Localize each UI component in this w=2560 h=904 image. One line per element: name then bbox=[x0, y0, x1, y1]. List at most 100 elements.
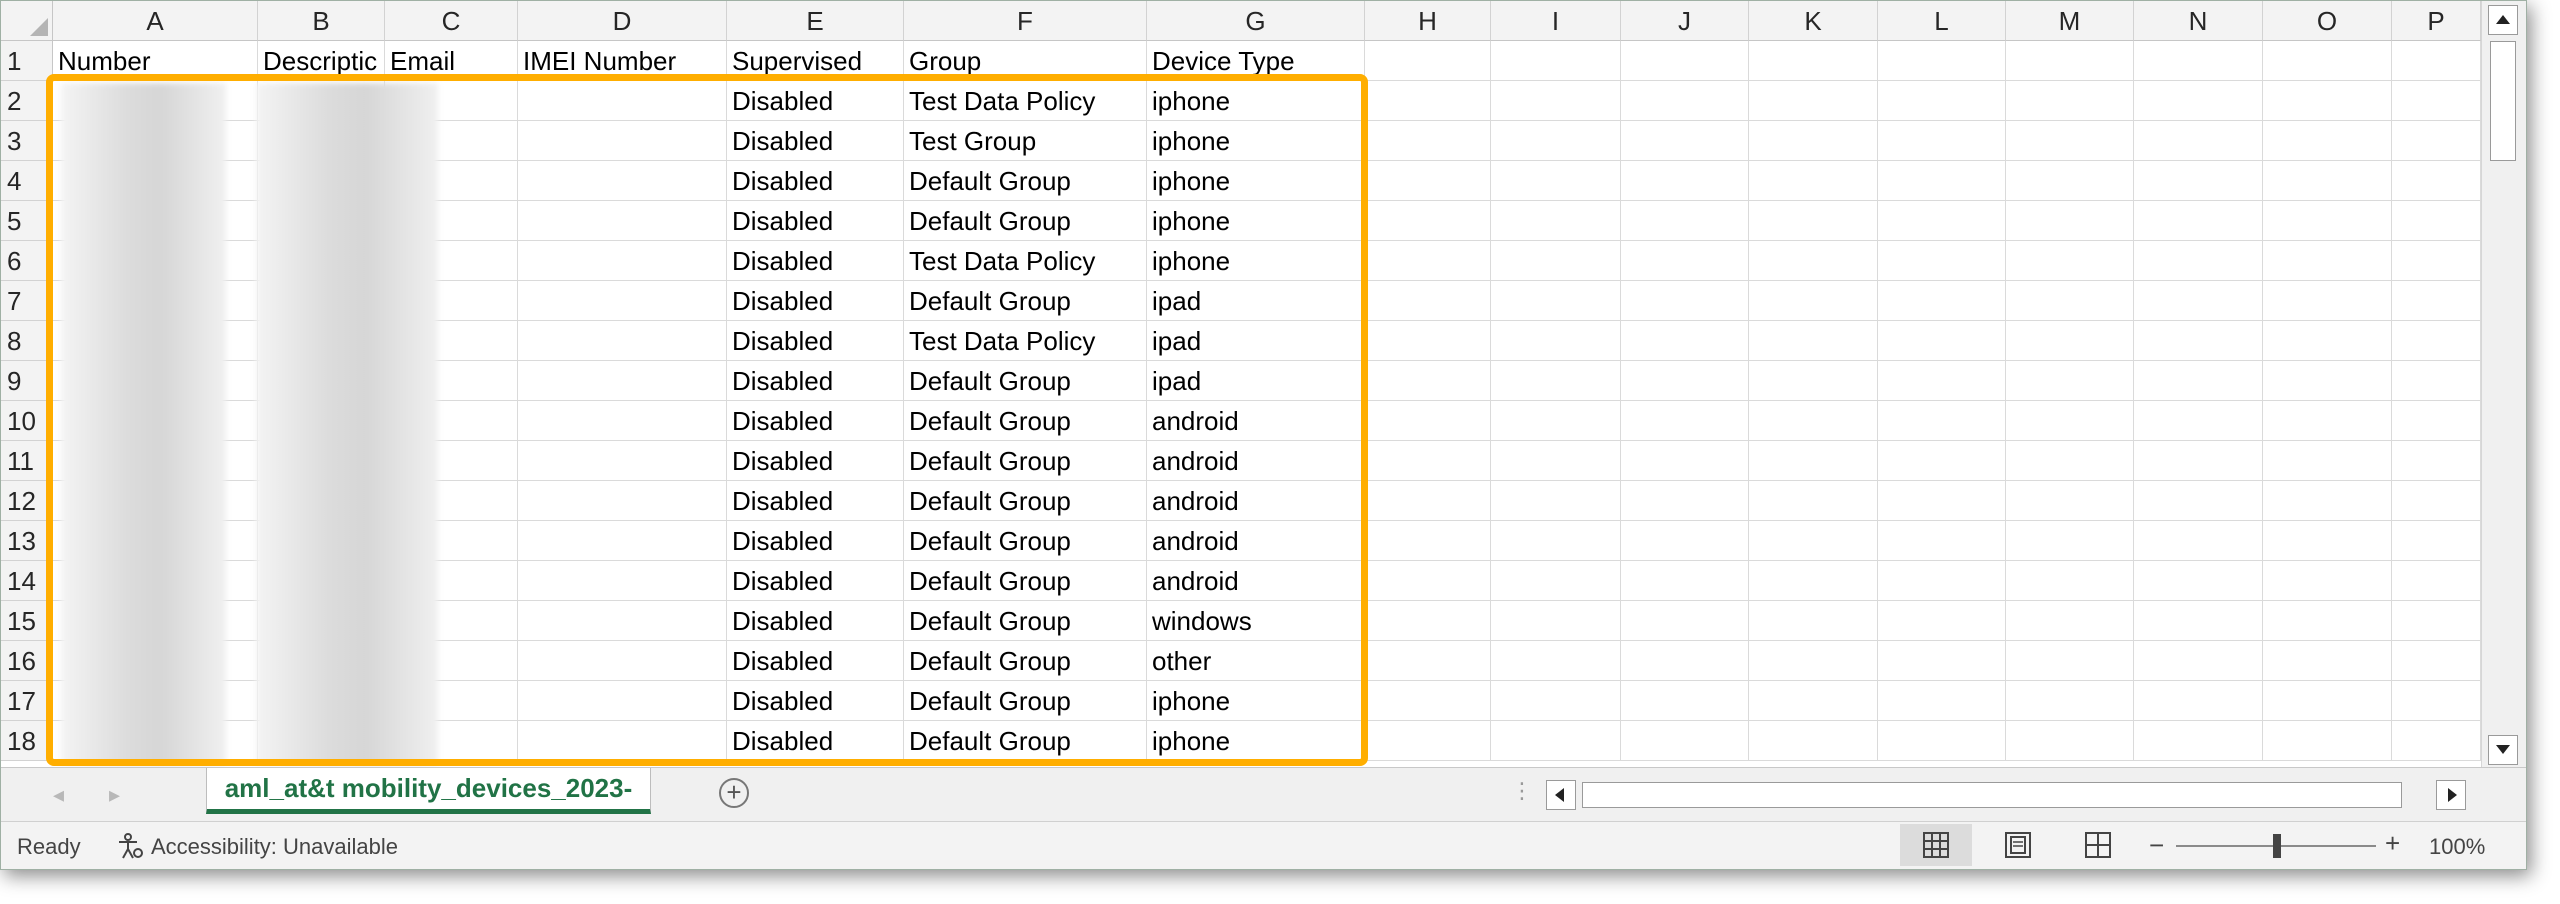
empty-cell[interactable] bbox=[1365, 201, 1491, 241]
empty-cell[interactable] bbox=[1749, 241, 1878, 281]
tab-split-handle-icon[interactable]: ⋮ bbox=[1511, 778, 1533, 804]
empty-cell[interactable] bbox=[1365, 441, 1491, 481]
empty-cell[interactable] bbox=[1491, 601, 1621, 641]
empty-cell[interactable] bbox=[1749, 601, 1878, 641]
empty-cell[interactable] bbox=[2006, 721, 2134, 761]
column-header-f[interactable]: F bbox=[904, 1, 1147, 41]
empty-cell[interactable] bbox=[1749, 441, 1878, 481]
empty-cell[interactable] bbox=[1749, 41, 1878, 81]
empty-cell[interactable] bbox=[2134, 721, 2263, 761]
column-header-j[interactable]: J bbox=[1621, 1, 1749, 41]
column-header-n[interactable]: N bbox=[2134, 1, 2263, 41]
empty-cell[interactable] bbox=[1749, 681, 1878, 721]
empty-cell[interactable] bbox=[1749, 121, 1878, 161]
zoom-percentage[interactable]: 100% bbox=[2429, 834, 2485, 860]
empty-cell[interactable] bbox=[1365, 241, 1491, 281]
empty-cell[interactable] bbox=[1491, 521, 1621, 561]
empty-cell[interactable] bbox=[1878, 601, 2006, 641]
empty-cell[interactable] bbox=[2006, 561, 2134, 601]
empty-cell[interactable] bbox=[1491, 81, 1621, 121]
empty-cell[interactable] bbox=[2134, 441, 2263, 481]
empty-cell[interactable] bbox=[1365, 41, 1491, 81]
empty-cell[interactable] bbox=[1365, 721, 1491, 761]
empty-cell[interactable] bbox=[1491, 481, 1621, 521]
empty-cell[interactable] bbox=[2392, 601, 2481, 641]
empty-cell[interactable] bbox=[1878, 281, 2006, 321]
zoom-slider-thumb[interactable] bbox=[2273, 834, 2281, 858]
empty-cell[interactable] bbox=[2263, 721, 2392, 761]
column-header-g[interactable]: G bbox=[1147, 1, 1365, 41]
empty-cell[interactable] bbox=[1878, 361, 2006, 401]
empty-cell[interactable] bbox=[2006, 681, 2134, 721]
empty-cell[interactable] bbox=[1621, 401, 1749, 441]
empty-cell[interactable] bbox=[2392, 481, 2481, 521]
empty-cell[interactable] bbox=[2006, 161, 2134, 201]
empty-cell[interactable] bbox=[2006, 121, 2134, 161]
empty-cell[interactable] bbox=[1749, 401, 1878, 441]
empty-cell[interactable] bbox=[1878, 481, 2006, 521]
empty-cell[interactable] bbox=[2263, 361, 2392, 401]
empty-cell[interactable] bbox=[2006, 201, 2134, 241]
empty-cell[interactable] bbox=[2392, 161, 2481, 201]
empty-cell[interactable] bbox=[2263, 241, 2392, 281]
empty-cell[interactable] bbox=[1621, 281, 1749, 321]
empty-cell[interactable] bbox=[2134, 521, 2263, 561]
vertical-scroll-thumb[interactable] bbox=[2490, 41, 2516, 161]
empty-cell[interactable] bbox=[2006, 521, 2134, 561]
empty-cell[interactable] bbox=[2006, 481, 2134, 521]
empty-cell[interactable] bbox=[2392, 561, 2481, 601]
empty-cell[interactable] bbox=[2263, 201, 2392, 241]
empty-cell[interactable] bbox=[1491, 281, 1621, 321]
empty-cell[interactable] bbox=[2392, 201, 2481, 241]
empty-cell[interactable] bbox=[1621, 201, 1749, 241]
column-header-o[interactable]: O bbox=[2263, 1, 2392, 41]
empty-cell[interactable] bbox=[1749, 721, 1878, 761]
empty-cell[interactable] bbox=[1749, 481, 1878, 521]
empty-cell[interactable] bbox=[2134, 641, 2263, 681]
empty-cell[interactable] bbox=[2134, 481, 2263, 521]
empty-cell[interactable] bbox=[2006, 361, 2134, 401]
empty-cell[interactable] bbox=[1491, 361, 1621, 401]
empty-cell[interactable] bbox=[1365, 561, 1491, 601]
prev-sheet-icon[interactable]: ◂ bbox=[53, 782, 64, 808]
empty-cell[interactable] bbox=[2006, 321, 2134, 361]
empty-cell[interactable] bbox=[1491, 441, 1621, 481]
normal-view-button[interactable] bbox=[1900, 824, 1972, 866]
empty-cell[interactable] bbox=[1749, 161, 1878, 201]
empty-cell[interactable] bbox=[2392, 681, 2481, 721]
empty-cell[interactable] bbox=[1878, 161, 2006, 201]
empty-cell[interactable] bbox=[1621, 481, 1749, 521]
horizontal-scroll-thumb[interactable] bbox=[1582, 782, 2402, 808]
scroll-up-button[interactable] bbox=[2488, 5, 2518, 35]
empty-cell[interactable] bbox=[2392, 361, 2481, 401]
sheet-tab[interactable]: aml_at&t mobility_devices_2023- bbox=[206, 768, 651, 814]
scroll-left-button[interactable] bbox=[1546, 780, 1576, 810]
empty-cell[interactable] bbox=[1491, 201, 1621, 241]
column-header-h[interactable]: H bbox=[1365, 1, 1491, 41]
empty-cell[interactable] bbox=[1491, 561, 1621, 601]
empty-cell[interactable] bbox=[2006, 241, 2134, 281]
column-header-a[interactable]: A bbox=[53, 1, 258, 41]
vertical-scrollbar[interactable] bbox=[2481, 1, 2526, 767]
empty-cell[interactable] bbox=[1621, 361, 1749, 401]
empty-cell[interactable] bbox=[2392, 721, 2481, 761]
empty-cell[interactable] bbox=[1491, 121, 1621, 161]
empty-cell[interactable] bbox=[1365, 641, 1491, 681]
empty-cell[interactable] bbox=[2263, 81, 2392, 121]
empty-cell[interactable] bbox=[1878, 401, 2006, 441]
next-sheet-icon[interactable]: ▸ bbox=[109, 782, 120, 808]
empty-cell[interactable] bbox=[1878, 81, 2006, 121]
page-break-view-button[interactable] bbox=[2062, 824, 2134, 866]
empty-cell[interactable] bbox=[2392, 41, 2481, 81]
empty-cell[interactable] bbox=[1749, 521, 1878, 561]
empty-cell[interactable] bbox=[2134, 41, 2263, 81]
scroll-down-button[interactable] bbox=[2488, 735, 2518, 765]
empty-cell[interactable] bbox=[1749, 281, 1878, 321]
empty-cell[interactable] bbox=[1878, 641, 2006, 681]
empty-cell[interactable] bbox=[1878, 121, 2006, 161]
empty-cell[interactable] bbox=[1878, 241, 2006, 281]
empty-cell[interactable] bbox=[2263, 161, 2392, 201]
add-sheet-button[interactable]: + bbox=[719, 778, 749, 808]
empty-cell[interactable] bbox=[2263, 601, 2392, 641]
empty-cell[interactable] bbox=[2134, 281, 2263, 321]
